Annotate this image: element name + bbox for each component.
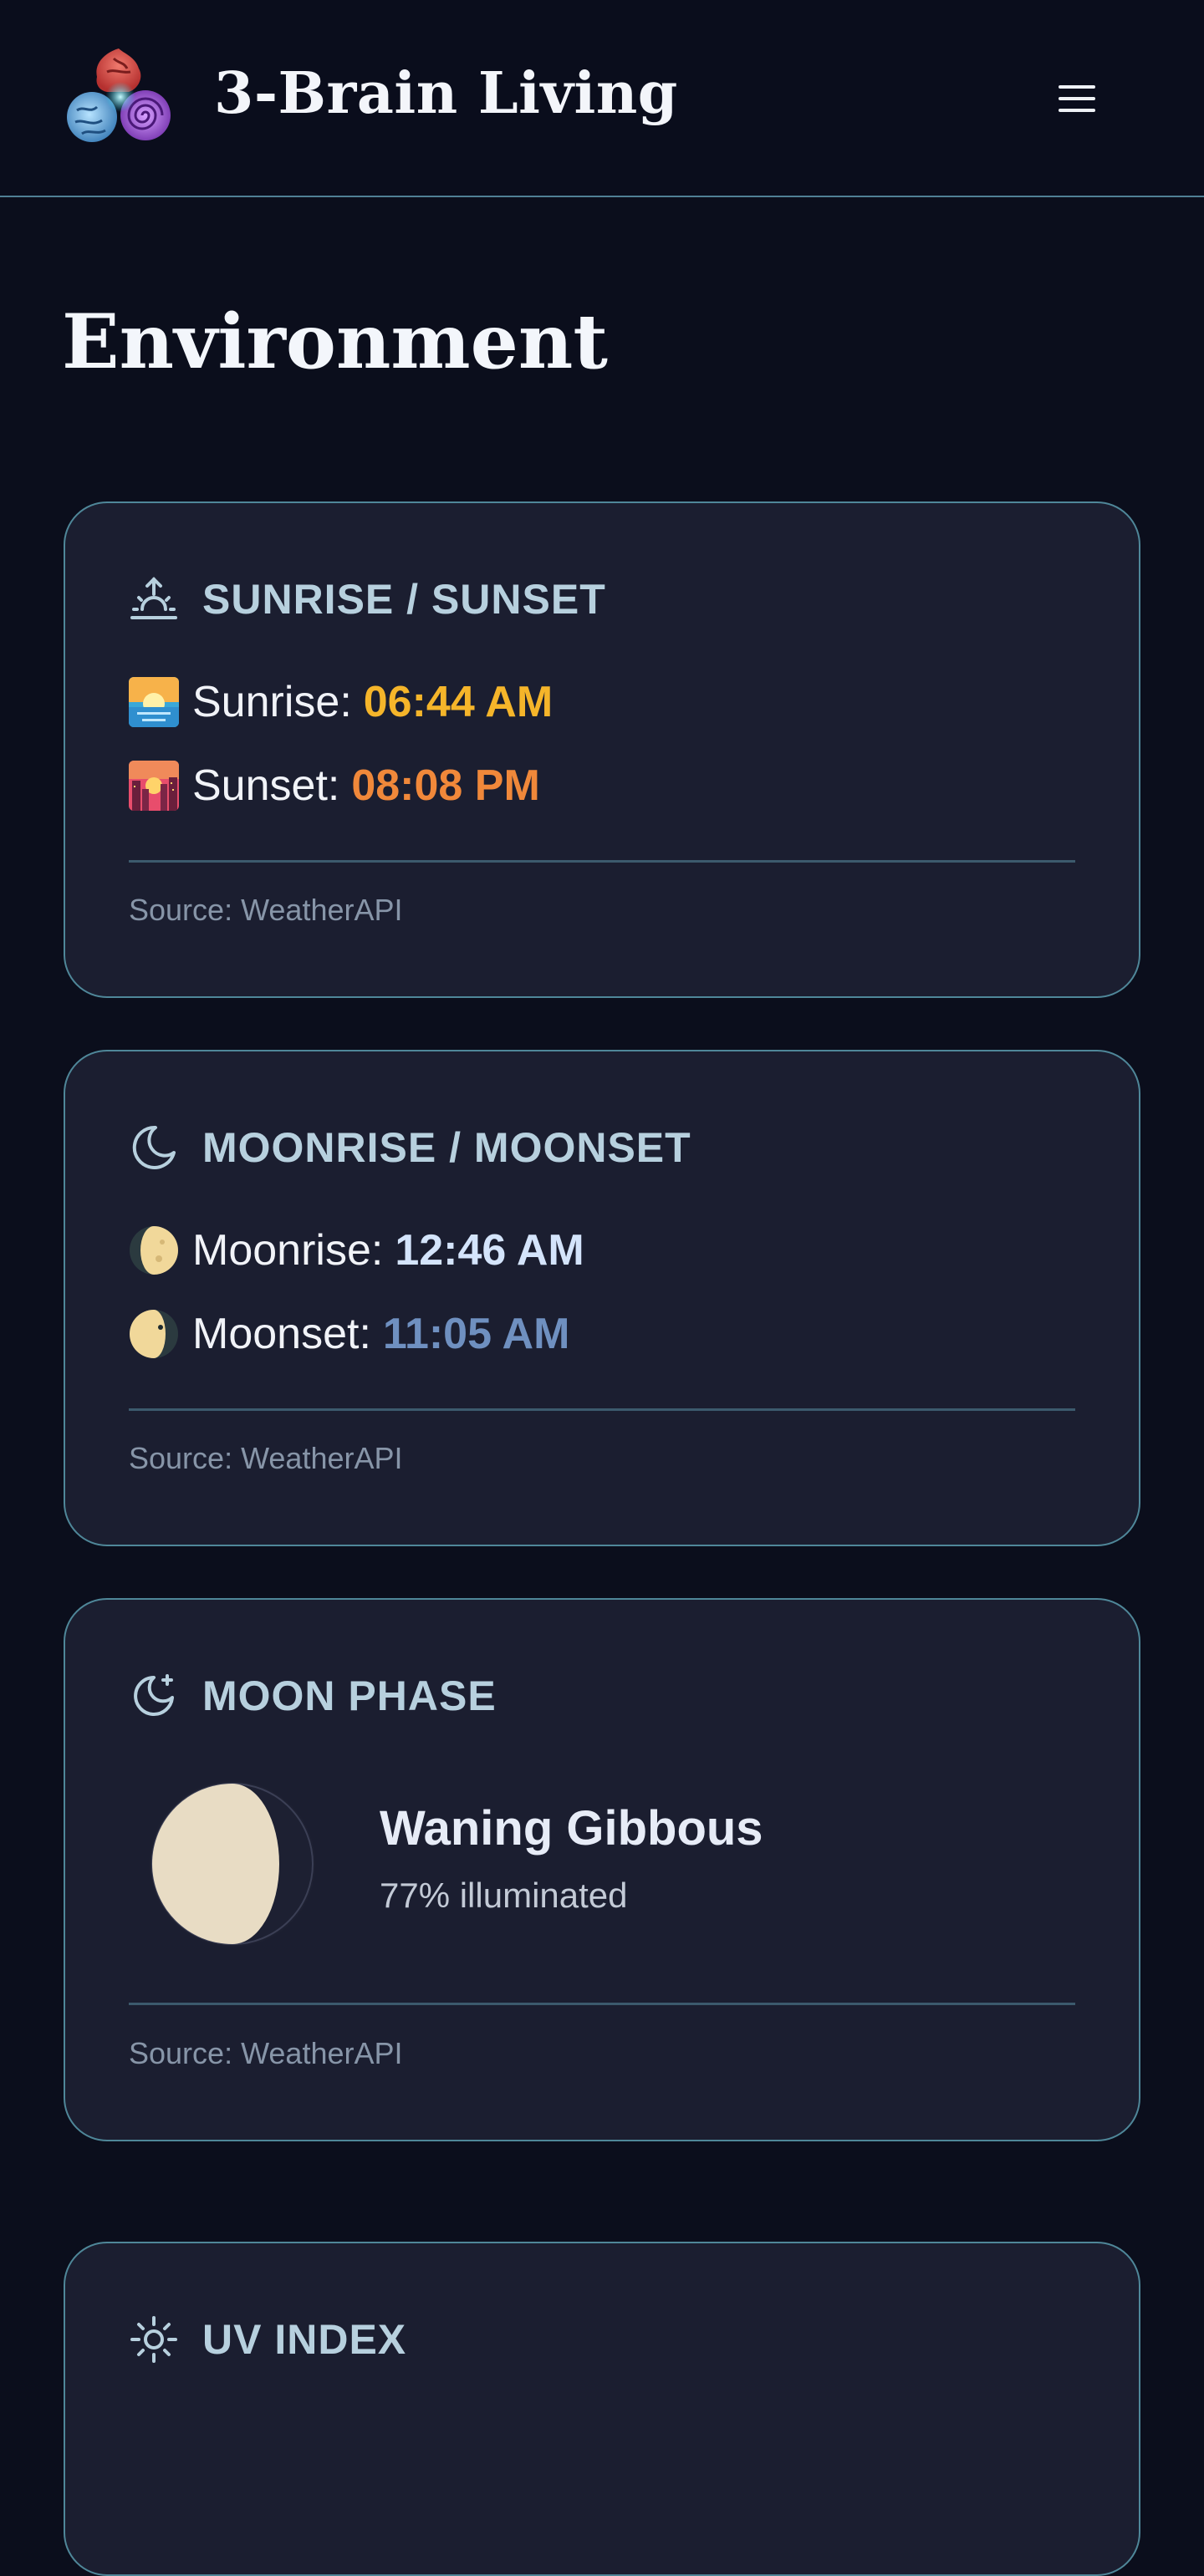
card-title: SUNRISE / SUNSET [202, 576, 606, 623]
moonset-row: Moonset: 11:05 AM [129, 1307, 569, 1361]
card-divider [129, 860, 1075, 863]
moonset-time: 11:05 AM [382, 1310, 570, 1358]
moon-icon [129, 1123, 179, 1173]
three-brains-logo-icon[interactable] [64, 43, 176, 150]
card-header: MOON PHASE [129, 1667, 497, 1725]
source-text: Source: WeatherAPI [129, 1441, 403, 1475]
sunset-label: Sunset: [192, 761, 340, 810]
waxing-moon-emoji-icon [129, 1225, 179, 1275]
moonrise-moonset-card: MOONRISE / MOONSET Moonrise: 12:46 AM Mo… [64, 1050, 1140, 1546]
moon-star-icon [129, 1671, 179, 1721]
sunset-row: Sunset: 08:08 PM [129, 759, 540, 812]
sunrise-sunset-card: SUNRISE / SUNSET Sunrise: 06:44 AM Sunse… [64, 501, 1140, 998]
sunrise-row: Sunrise: 06:44 AM [129, 675, 553, 729]
moon-phase-card: MOON PHASE Waning Gibbous 77% illuminate… [64, 1598, 1140, 2141]
moonrise-label: Moonrise: [192, 1226, 384, 1275]
card-divider [129, 1408, 1075, 1411]
sunrise-label: Sunrise: [192, 678, 352, 726]
source-text: Source: WeatherAPI [129, 893, 403, 927]
sunset-time: 08:08 PM [351, 761, 540, 810]
uv-index-card: UV INDEX [64, 2242, 1140, 2576]
waning-moon-emoji-icon [129, 1309, 179, 1359]
card-header: MOONRISE / MOONSET [129, 1118, 691, 1177]
sunset-emoji-icon [129, 761, 179, 811]
card-header: SUNRISE / SUNSET [129, 570, 606, 629]
site-header: 3-Brain Living [0, 0, 1204, 197]
sunrise-icon [129, 574, 179, 624]
card-title: MOON PHASE [202, 1672, 497, 1719]
card-title: MOONRISE / MOONSET [202, 1124, 691, 1171]
brand-name[interactable]: 3-Brain Living [214, 60, 678, 127]
sunrise-emoji-icon [129, 677, 179, 727]
moonrise-row: Moonrise: 12:46 AM [129, 1224, 584, 1277]
page-title: Environment [62, 298, 608, 386]
moon-illumination: 77% illuminated [380, 1876, 628, 1915]
card-title: UV INDEX [202, 2316, 407, 2363]
card-divider [129, 2003, 1075, 2005]
hamburger-menu-icon[interactable] [1050, 72, 1104, 125]
moonset-label: Moonset: [192, 1310, 371, 1358]
sunrise-time: 06:44 AM [363, 678, 554, 726]
card-header: UV INDEX [129, 2310, 406, 2369]
moonrise-time: 12:46 AM [395, 1226, 584, 1275]
source-text: Source: WeatherAPI [129, 2036, 403, 2070]
sun-icon [129, 2314, 179, 2365]
moon-phase-name: Waning Gibbous [380, 1801, 763, 1856]
moon-phase-visual [149, 1780, 316, 1947]
